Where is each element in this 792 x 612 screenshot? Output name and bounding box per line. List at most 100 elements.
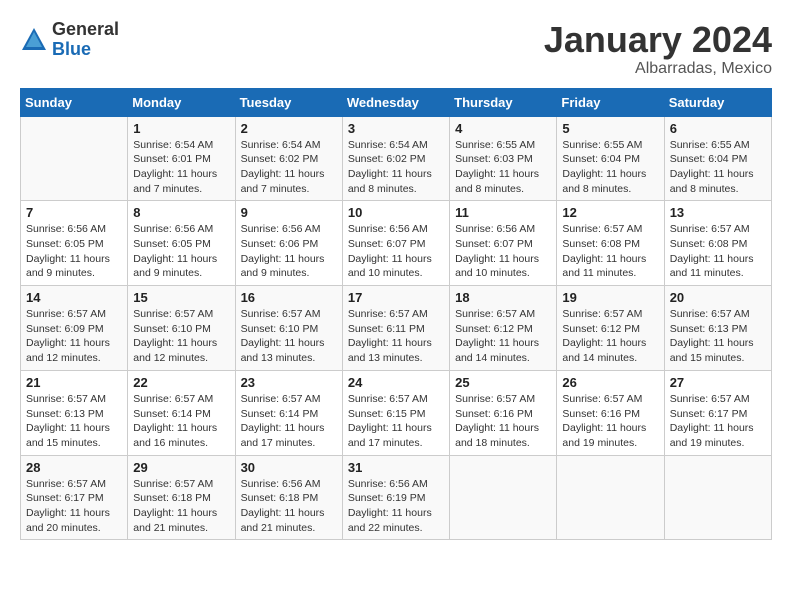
day-info: Sunrise: 6:56 AMSunset: 6:19 PMDaylight:… [348, 477, 444, 536]
calendar-cell-w1-d3: 2Sunrise: 6:54 AMSunset: 6:02 PMDaylight… [235, 116, 342, 201]
day-number: 4 [455, 121, 551, 136]
day-number: 19 [562, 290, 658, 305]
day-info: Sunrise: 6:57 AMSunset: 6:08 PMDaylight:… [562, 222, 658, 281]
day-number: 25 [455, 375, 551, 390]
calendar-cell-w3-d1: 14Sunrise: 6:57 AMSunset: 6:09 PMDayligh… [21, 286, 128, 371]
day-number: 18 [455, 290, 551, 305]
day-number: 20 [670, 290, 766, 305]
day-info: Sunrise: 6:57 AMSunset: 6:17 PMDaylight:… [26, 477, 122, 536]
day-info: Sunrise: 6:56 AMSunset: 6:05 PMDaylight:… [26, 222, 122, 281]
calendar-cell-w3-d2: 15Sunrise: 6:57 AMSunset: 6:10 PMDayligh… [128, 286, 235, 371]
calendar-cell-w2-d4: 10 Sunrise: 6:56 AMSunset: 6:07 PMDayligh… [342, 201, 449, 286]
day-number: 29 [133, 460, 229, 475]
day-number: 24 [348, 375, 444, 390]
logo-icon [20, 26, 48, 54]
calendar-cell-w4-d4: 24 Sunrise: 6:57 AMSunset: 6:15 PMDayligh… [342, 370, 449, 455]
week-row-4: 21 Sunrise: 6:57 AMSunset: 6:13 PMDayligh… [21, 370, 772, 455]
day-info: Sunrise: 6:56 AMSunset: 6:07 PMDaylight:… [348, 222, 444, 281]
header-friday: Friday [557, 88, 664, 116]
day-info: Sunrise: 6:54 AMSunset: 6:01 PMDaylight:… [133, 138, 229, 197]
calendar-cell-w1-d6: 5 Sunrise: 6:55 AMSunset: 6:04 PMDaylight… [557, 116, 664, 201]
header-wednesday: Wednesday [342, 88, 449, 116]
calendar-cell-w5-d4: 31Sunrise: 6:56 AMSunset: 6:19 PMDayligh… [342, 455, 449, 540]
location-subtitle: Albarradas, Mexico [544, 60, 772, 78]
day-info: Sunrise: 6:57 AMSunset: 6:13 PMDaylight:… [26, 392, 122, 451]
calendar-cell-w5-d5 [450, 455, 557, 540]
day-number: 13 [670, 205, 766, 220]
calendar-cell-w1-d7: 6Sunrise: 6:55 AMSunset: 6:04 PMDaylight… [664, 116, 771, 201]
day-number: 9 [241, 205, 337, 220]
calendar-cell-w1-d5: 4 Sunrise: 6:55 AMSunset: 6:03 PMDaylight… [450, 116, 557, 201]
day-info: Sunrise: 6:57 AMSunset: 6:12 PMDaylight:… [562, 307, 658, 366]
logo: General Blue [20, 20, 119, 60]
day-number: 3 [348, 121, 444, 136]
day-info: Sunrise: 6:57 AMSunset: 6:12 PMDaylight:… [455, 307, 551, 366]
calendar-cell-w3-d5: 18 Sunrise: 6:57 AMSunset: 6:12 PMDayligh… [450, 286, 557, 371]
day-info: Sunrise: 6:54 AMSunset: 6:02 PMDaylight:… [348, 138, 444, 197]
day-info: Sunrise: 6:56 AMSunset: 6:18 PMDaylight:… [241, 477, 337, 536]
calendar-cell-w4-d6: 26 Sunrise: 6:57 AMSunset: 6:16 PMDayligh… [557, 370, 664, 455]
calendar-cell-w5-d1: 28 Sunrise: 6:57 AMSunset: 6:17 PMDayligh… [21, 455, 128, 540]
calendar-cell-w5-d2: 29 Sunrise: 6:57 AMSunset: 6:18 PMDayligh… [128, 455, 235, 540]
day-number: 22 [133, 375, 229, 390]
title-block: January 2024 Albarradas, Mexico [544, 20, 772, 78]
day-info: Sunrise: 6:57 AMSunset: 6:17 PMDaylight:… [670, 392, 766, 451]
week-row-2: 7 Sunrise: 6:56 AMSunset: 6:05 PMDaylight… [21, 201, 772, 286]
calendar-table: Sunday Monday Tuesday Wednesday Thursday… [20, 88, 772, 541]
calendar-cell-w2-d6: 12 Sunrise: 6:57 AMSunset: 6:08 PMDayligh… [557, 201, 664, 286]
header-monday: Monday [128, 88, 235, 116]
header-tuesday: Tuesday [235, 88, 342, 116]
day-info: Sunrise: 6:57 AMSunset: 6:11 PMDaylight:… [348, 307, 444, 366]
month-title: January 2024 [544, 20, 772, 60]
page-header: General Blue January 2024 Albarradas, Me… [20, 20, 772, 78]
calendar-cell-w2-d1: 7 Sunrise: 6:56 AMSunset: 6:05 PMDaylight… [21, 201, 128, 286]
calendar-cell-w5-d3: 30Sunrise: 6:56 AMSunset: 6:18 PMDayligh… [235, 455, 342, 540]
calendar-cell-w2-d3: 9Sunrise: 6:56 AMSunset: 6:06 PMDaylight… [235, 201, 342, 286]
day-number: 17 [348, 290, 444, 305]
day-info: Sunrise: 6:55 AMSunset: 6:04 PMDaylight:… [670, 138, 766, 197]
logo-general-text: General [52, 20, 119, 40]
day-number: 10 [348, 205, 444, 220]
day-info: Sunrise: 6:54 AMSunset: 6:02 PMDaylight:… [241, 138, 337, 197]
day-number: 26 [562, 375, 658, 390]
day-number: 12 [562, 205, 658, 220]
day-number: 8 [133, 205, 229, 220]
day-number: 28 [26, 460, 122, 475]
day-number: 16 [241, 290, 337, 305]
header-sunday: Sunday [21, 88, 128, 116]
day-number: 5 [562, 121, 658, 136]
day-number: 7 [26, 205, 122, 220]
day-info: Sunrise: 6:57 AMSunset: 6:16 PMDaylight:… [455, 392, 551, 451]
day-info: Sunrise: 6:57 AMSunset: 6:10 PMDaylight:… [133, 307, 229, 366]
calendar-cell-w1-d2: 1Sunrise: 6:54 AMSunset: 6:01 PMDaylight… [128, 116, 235, 201]
day-info: Sunrise: 6:57 AMSunset: 6:18 PMDaylight:… [133, 477, 229, 536]
day-info: Sunrise: 6:56 AMSunset: 6:05 PMDaylight:… [133, 222, 229, 281]
week-row-3: 14Sunrise: 6:57 AMSunset: 6:09 PMDayligh… [21, 286, 772, 371]
calendar-cell-w4-d7: 27Sunrise: 6:57 AMSunset: 6:17 PMDayligh… [664, 370, 771, 455]
calendar-cell-w3-d7: 20 Sunrise: 6:57 AMSunset: 6:13 PMDayligh… [664, 286, 771, 371]
calendar-cell-w1-d1 [21, 116, 128, 201]
header-saturday: Saturday [664, 88, 771, 116]
day-number: 23 [241, 375, 337, 390]
calendar-cell-w4-d1: 21 Sunrise: 6:57 AMSunset: 6:13 PMDayligh… [21, 370, 128, 455]
day-info: Sunrise: 6:57 AMSunset: 6:15 PMDaylight:… [348, 392, 444, 451]
day-info: Sunrise: 6:57 AMSunset: 6:14 PMDaylight:… [133, 392, 229, 451]
header-thursday: Thursday [450, 88, 557, 116]
day-info: Sunrise: 6:57 AMSunset: 6:13 PMDaylight:… [670, 307, 766, 366]
day-number: 21 [26, 375, 122, 390]
calendar-body: 1Sunrise: 6:54 AMSunset: 6:01 PMDaylight… [21, 116, 772, 540]
day-info: Sunrise: 6:55 AMSunset: 6:04 PMDaylight:… [562, 138, 658, 197]
calendar-cell-w3-d6: 19 Sunrise: 6:57 AMSunset: 6:12 PMDayligh… [557, 286, 664, 371]
calendar-cell-w5-d7 [664, 455, 771, 540]
day-info: Sunrise: 6:55 AMSunset: 6:03 PMDaylight:… [455, 138, 551, 197]
calendar-header: Sunday Monday Tuesday Wednesday Thursday… [21, 88, 772, 116]
calendar-cell-w2-d2: 8 Sunrise: 6:56 AMSunset: 6:05 PMDaylight… [128, 201, 235, 286]
calendar-cell-w3-d3: 16Sunrise: 6:57 AMSunset: 6:10 PMDayligh… [235, 286, 342, 371]
calendar-cell-w2-d5: 11Sunrise: 6:56 AMSunset: 6:07 PMDayligh… [450, 201, 557, 286]
calendar-cell-w2-d7: 13Sunrise: 6:57 AMSunset: 6:08 PMDayligh… [664, 201, 771, 286]
calendar-cell-w3-d4: 17 Sunrise: 6:57 AMSunset: 6:11 PMDayligh… [342, 286, 449, 371]
day-info: Sunrise: 6:57 AMSunset: 6:16 PMDaylight:… [562, 392, 658, 451]
day-number: 14 [26, 290, 122, 305]
week-row-5: 28 Sunrise: 6:57 AMSunset: 6:17 PMDayligh… [21, 455, 772, 540]
calendar-cell-w4-d3: 23Sunrise: 6:57 AMSunset: 6:14 PMDayligh… [235, 370, 342, 455]
